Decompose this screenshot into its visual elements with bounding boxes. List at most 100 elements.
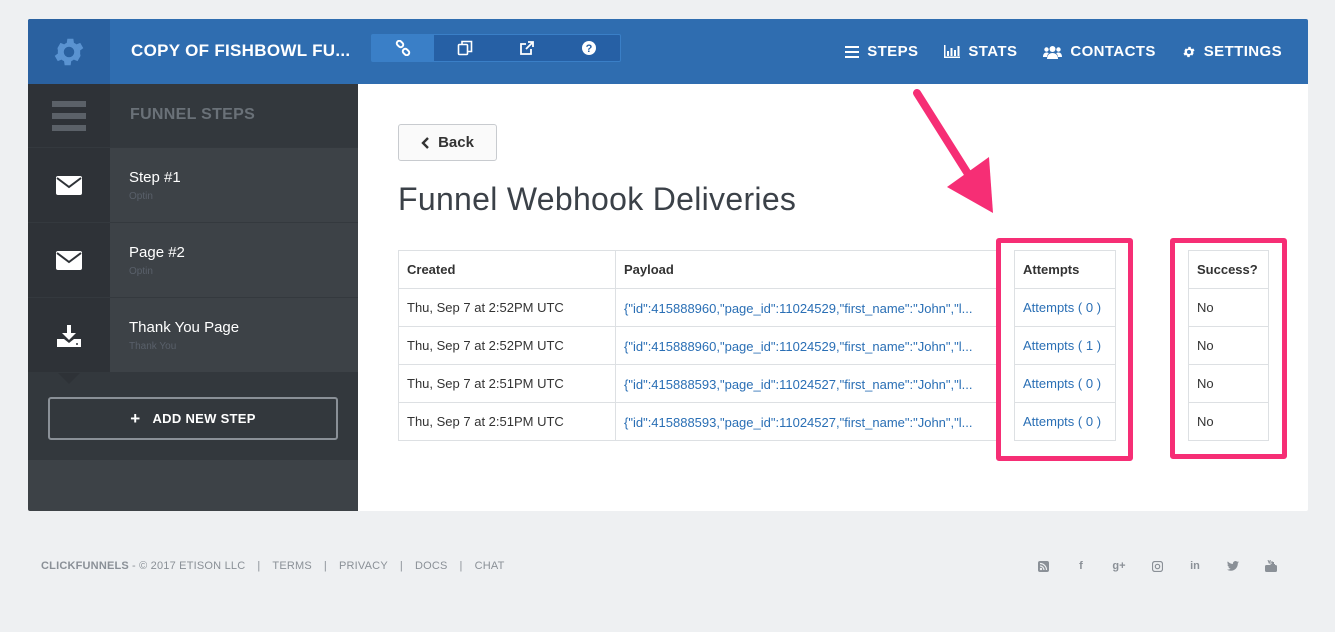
cell-created: Thu, Sep 7 at 2:52PM UTC	[398, 326, 616, 365]
cell-success: No	[1188, 288, 1269, 327]
column-created: Created	[398, 250, 616, 289]
cell-spacer	[999, 364, 1015, 403]
question-icon: ?	[582, 41, 596, 55]
nav-stats[interactable]: STATS	[944, 43, 1017, 60]
cell-success: No	[1188, 364, 1269, 403]
footer-separator: |	[459, 560, 463, 572]
payload-link[interactable]: {"id":415888960,"page_id":11024529,"firs…	[624, 339, 972, 354]
step-name: Thank You Page	[129, 319, 240, 336]
cell-attempts: Attempts ( 0 )	[1014, 288, 1116, 327]
column-payload: Payload	[615, 250, 1000, 289]
back-button[interactable]: Back	[398, 124, 497, 161]
footer-link-docs[interactable]: DOCS	[415, 560, 448, 572]
table-header-row: Created Payload Attempts Success?	[398, 250, 1269, 289]
cell-spacer	[999, 326, 1015, 365]
footer-link-privacy[interactable]: PRIVACY	[339, 560, 388, 572]
page-title: Funnel Webhook Deliveries	[398, 181, 797, 217]
app-window: COPY OF FISHBOWL FU... ? STEPS STATS CON…	[28, 19, 1308, 511]
step-type: Optin	[129, 266, 153, 277]
add-new-step-button[interactable]: + ADD NEW STEP	[48, 397, 338, 440]
chevron-left-icon	[421, 136, 429, 149]
download-icon	[57, 324, 81, 347]
cell-created: Thu, Sep 7 at 2:51PM UTC	[398, 364, 616, 403]
main-nav: STEPS STATS CONTACTS SETTINGS	[845, 19, 1308, 84]
funnel-tool-group: ?	[371, 34, 621, 62]
nav-settings[interactable]: SETTINGS	[1182, 43, 1282, 60]
cell-spacer	[1115, 288, 1189, 327]
sidebar-step-1[interactable]: Step #1 Optin	[28, 147, 358, 234]
cell-success: No	[1188, 326, 1269, 365]
linkedin-icon[interactable]: in	[1188, 559, 1202, 573]
envelope-icon	[56, 251, 82, 270]
footer-brand: CLICKFUNNELS	[41, 560, 129, 572]
cell-spacer	[1115, 364, 1189, 403]
table-row: Thu, Sep 7 at 2:52PM UTC {"id":415888960…	[398, 288, 1269, 327]
bar-chart-icon	[944, 45, 961, 58]
sidebar: FUNNEL STEPS Step #1 Optin Page #2 Optin…	[28, 84, 358, 511]
sidebar-heading: FUNNEL STEPS	[130, 106, 256, 123]
footer-separator: |	[323, 560, 327, 572]
svg-text:?: ?	[586, 43, 593, 55]
cell-attempts: Attempts ( 0 )	[1014, 364, 1116, 403]
nav-steps-label: STEPS	[867, 43, 919, 60]
cell-spacer	[999, 402, 1015, 441]
step-name: Page #2	[129, 244, 185, 261]
attempts-link[interactable]: Attempts ( 1 )	[1023, 338, 1101, 353]
gear-logo-icon	[54, 38, 84, 65]
copy-button[interactable]	[434, 35, 496, 61]
annotation-arrow	[913, 89, 993, 213]
table-row: Thu, Sep 7 at 2:52PM UTC {"id":415888960…	[398, 326, 1269, 365]
external-link-button[interactable]	[496, 35, 558, 61]
cell-created: Thu, Sep 7 at 2:52PM UTC	[398, 288, 616, 327]
plus-icon: +	[130, 408, 141, 428]
step-icon-cell	[28, 223, 110, 309]
google-plus-icon[interactable]: g+	[1112, 559, 1126, 573]
step-name: Step #1	[129, 169, 181, 186]
cell-payload: {"id":415888960,"page_id":11024529,"firs…	[615, 326, 1000, 365]
step-icon-cell	[28, 298, 110, 384]
column-attempts: Attempts	[1014, 250, 1116, 289]
cell-created: Thu, Sep 7 at 2:51PM UTC	[398, 402, 616, 441]
nav-settings-label: SETTINGS	[1203, 43, 1282, 60]
table-row: Thu, Sep 7 at 2:51PM UTC {"id":415888593…	[398, 364, 1269, 403]
cell-attempts: Attempts ( 1 )	[1014, 326, 1116, 365]
cell-spacer	[1115, 326, 1189, 365]
attempts-link[interactable]: Attempts ( 0 )	[1023, 414, 1101, 429]
sidebar-toggle[interactable]	[28, 84, 110, 147]
youtube-icon[interactable]	[1264, 559, 1278, 573]
copy-icon	[457, 40, 473, 56]
webhook-deliveries-table: Created Payload Attempts Success? Thu, S…	[398, 250, 1269, 441]
column-spacer	[1115, 250, 1189, 289]
social-links: f g+ in	[1012, 559, 1278, 573]
attempts-link[interactable]: Attempts ( 0 )	[1023, 300, 1101, 315]
rss-icon[interactable]	[1036, 559, 1050, 573]
cell-success: No	[1188, 402, 1269, 441]
nav-steps[interactable]: STEPS	[845, 43, 918, 60]
payload-link[interactable]: {"id":415888593,"page_id":11024527,"firs…	[624, 377, 972, 392]
help-button[interactable]: ?	[558, 35, 620, 61]
logo-gear[interactable]	[28, 19, 110, 84]
payload-link[interactable]: {"id":415888960,"page_id":11024529,"firs…	[624, 301, 972, 316]
cell-attempts: Attempts ( 0 )	[1014, 402, 1116, 441]
sidebar-header: FUNNEL STEPS	[28, 84, 358, 147]
list-icon	[845, 45, 860, 58]
payload-link[interactable]: {"id":415888593,"page_id":11024527,"firs…	[624, 415, 972, 430]
attempts-link[interactable]: Attempts ( 0 )	[1023, 376, 1101, 391]
link-button[interactable]	[372, 35, 434, 61]
nav-contacts-label: CONTACTS	[1070, 43, 1156, 60]
gear-icon	[1183, 46, 1195, 57]
footer-link-chat[interactable]: CHAT	[475, 560, 505, 572]
link-icon	[395, 40, 411, 56]
column-success: Success?	[1188, 250, 1269, 289]
footer-link-terms[interactable]: TERMS	[272, 560, 312, 572]
cell-payload: {"id":415888960,"page_id":11024529,"firs…	[615, 288, 1000, 327]
footer-separator: |	[399, 560, 403, 572]
twitter-icon[interactable]	[1226, 559, 1240, 573]
users-icon	[1043, 45, 1063, 59]
nav-stats-label: STATS	[968, 43, 1018, 60]
main-content: Back Funnel Webhook Deliveries Created P…	[358, 84, 1308, 511]
instagram-icon[interactable]	[1150, 559, 1164, 573]
nav-contacts[interactable]: CONTACTS	[1043, 43, 1155, 60]
table-row: Thu, Sep 7 at 2:51PM UTC {"id":415888593…	[398, 402, 1269, 441]
facebook-icon[interactable]: f	[1074, 559, 1088, 573]
